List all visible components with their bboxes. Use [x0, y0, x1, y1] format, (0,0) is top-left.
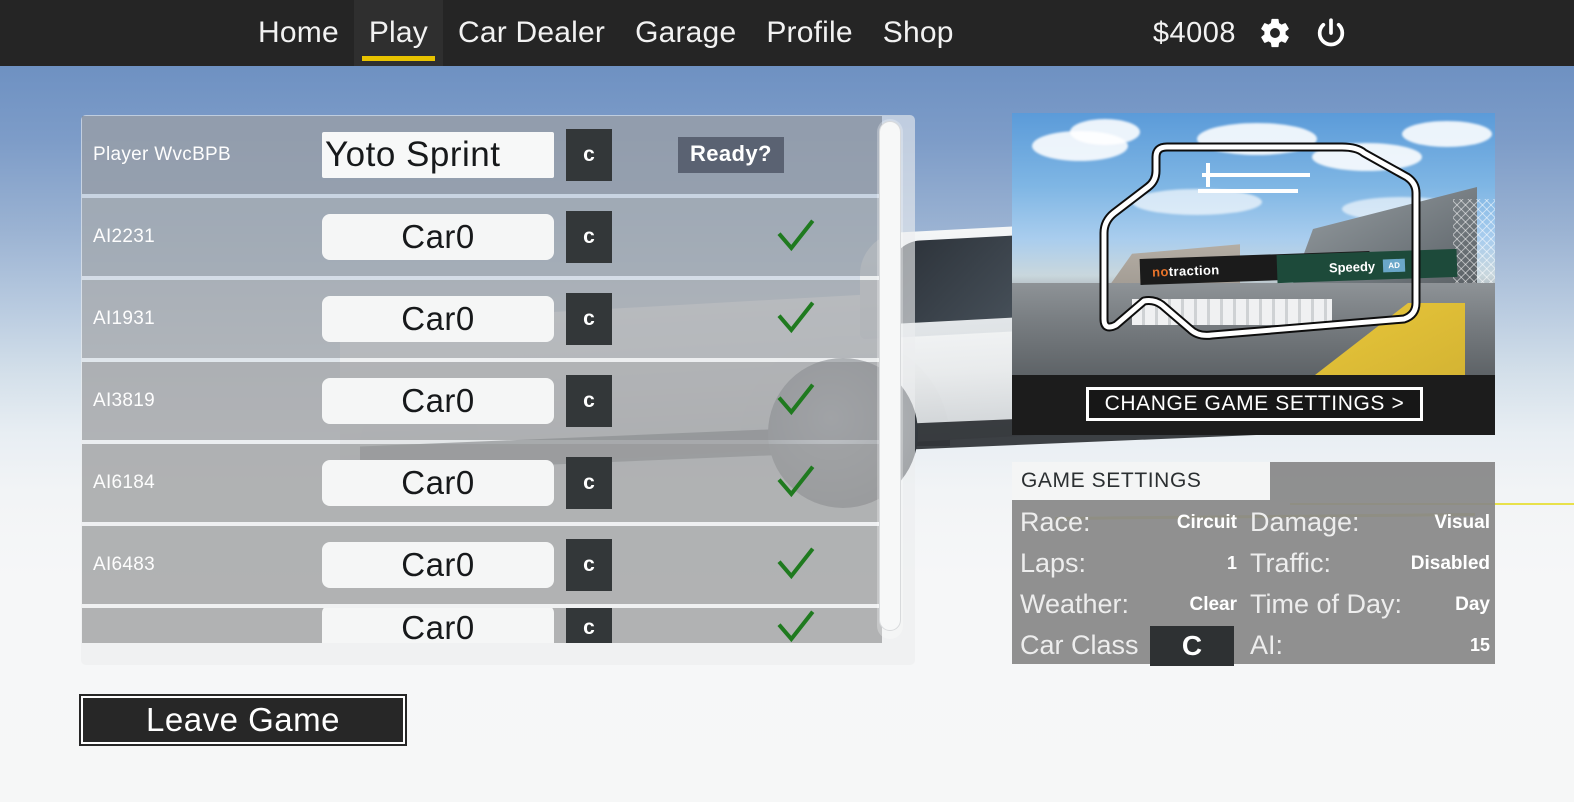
setting-value-laps[interactable]: 1 [1142, 543, 1242, 584]
car-name-input[interactable]: Car0 [322, 296, 554, 342]
nav-items: Home Play Car Dealer Garage Profile Shop [243, 0, 969, 66]
car-name-input[interactable]: Car0 [322, 214, 554, 260]
nav-label-play: Play [368, 16, 428, 49]
car-class-badge[interactable]: c [566, 211, 612, 263]
nav-label-profile: Profile [766, 16, 853, 49]
leave-game-button[interactable]: Leave Game [81, 696, 405, 744]
game-lobby-screen: Home Play Car Dealer Garage Profile Shop… [0, 0, 1574, 802]
nav-item-car-dealer[interactable]: Car Dealer [443, 0, 620, 66]
setting-label-ai: AI: [1250, 630, 1284, 660]
table-row[interactable]: AI3819 Car0 c [82, 362, 882, 440]
player-name: AI6483 [93, 554, 156, 575]
nav-label-home: Home [258, 16, 339, 49]
ready-check-icon [772, 214, 818, 260]
list-scrollbar[interactable] [877, 119, 903, 639]
nav-item-profile[interactable]: Profile [751, 0, 867, 66]
car-name-input[interactable]: Car0 [322, 542, 554, 588]
car-class-badge[interactable]: c [566, 293, 612, 345]
nav-active-underline [361, 56, 435, 61]
track-map-outline [1099, 142, 1421, 340]
lobby-player-list: Player WvcBPB Yoto Sprint c Ready? AI223… [82, 116, 882, 643]
game-settings-panel: GAME SETTINGS Race: Circuit Damage: Visu… [1012, 462, 1495, 666]
nav-item-garage[interactable]: Garage [620, 0, 751, 66]
setting-value-damage[interactable]: Visual [1375, 502, 1495, 543]
nav-label-car-dealer: Car Dealer [458, 16, 606, 49]
setting-label-damage: Damage: [1250, 507, 1360, 537]
setting-label-race: Race: [1020, 507, 1091, 537]
setting-value-car-class[interactable]: C [1150, 625, 1234, 666]
car-name-input[interactable]: Car0 [322, 460, 554, 506]
car-name-input[interactable]: Car0 [322, 378, 554, 424]
setting-label-traffic: Traffic: [1250, 548, 1332, 578]
car-class-badge[interactable]: c [566, 457, 612, 509]
table-row[interactable]: AI1931 Car0 c [82, 280, 882, 358]
game-settings-grid: Race: Circuit Damage: Visual Laps: 1 Tra… [1012, 502, 1495, 666]
ready-check-icon [772, 378, 818, 424]
ready-check-icon [772, 296, 818, 342]
player-name: AI1931 [93, 308, 156, 329]
player-name: AI3819 [93, 390, 156, 411]
car-class-badge[interactable]: c [566, 129, 612, 181]
top-navigation-bar: Home Play Car Dealer Garage Profile Shop… [0, 0, 1574, 66]
game-settings-title: GAME SETTINGS [1012, 462, 1270, 500]
track-preview-image: no traction Speedy AD [1012, 113, 1495, 375]
setting-label-weather: Weather: [1020, 589, 1130, 619]
player-name: AI2231 [93, 226, 156, 247]
car-class-badge[interactable]: c [566, 539, 612, 591]
car-class-badge[interactable]: c [566, 608, 612, 643]
nav-item-play[interactable]: Play [353, 0, 443, 66]
nav-label-garage: Garage [635, 16, 737, 49]
car-class-badge[interactable]: c [566, 375, 612, 427]
ready-check-icon [772, 460, 818, 506]
nav-right-cluster: $4008 [1153, 0, 1574, 66]
setting-value-ai[interactable]: 15 [1375, 625, 1495, 666]
gear-icon[interactable] [1258, 16, 1292, 50]
power-icon[interactable] [1314, 16, 1348, 50]
ready-check-icon [772, 608, 818, 643]
ready-button[interactable]: Ready? [678, 137, 784, 173]
table-row[interactable]: AI6184 Car0 c [82, 444, 882, 522]
setting-label-time-of-day: Time of Day: [1250, 589, 1403, 619]
currency-balance: $4008 [1152, 16, 1236, 49]
setting-value-time-of-day[interactable]: Day [1375, 584, 1495, 625]
ready-check-icon [772, 542, 818, 588]
table-row[interactable]: AI6483 Car0 c [82, 526, 882, 604]
player-name: Player WvcBPB [93, 144, 231, 165]
nav-item-home[interactable]: Home [243, 0, 354, 66]
player-name: AI6184 [93, 472, 156, 493]
nav-item-shop[interactable]: Shop [868, 0, 969, 66]
table-row[interactable]: AI2231 Car0 c [82, 198, 882, 276]
table-row[interactable]: Player WvcBPB Yoto Sprint c Ready? [82, 116, 882, 194]
car-name-input[interactable]: Yoto Sprint [322, 132, 554, 178]
setting-label-laps: Laps: [1020, 548, 1087, 578]
setting-label-car-class: Car Class [1020, 630, 1139, 660]
setting-value-weather[interactable]: Clear [1142, 584, 1242, 625]
lobby-player-list-panel: Player WvcBPB Yoto Sprint c Ready? AI223… [81, 115, 915, 665]
track-preview-panel: no traction Speedy AD CHANGE GAME SETTING… [1012, 113, 1495, 435]
list-scrollbar-thumb[interactable] [879, 121, 901, 631]
setting-value-race[interactable]: Circuit [1142, 502, 1242, 543]
nav-label-shop: Shop [882, 16, 954, 49]
table-row[interactable]: Car0 c [82, 608, 882, 643]
setting-value-traffic[interactable]: Disabled [1375, 543, 1495, 584]
car-name-input[interactable]: Car0 [322, 608, 554, 643]
change-game-settings-button[interactable]: CHANGE GAME SETTINGS > [1086, 387, 1423, 421]
